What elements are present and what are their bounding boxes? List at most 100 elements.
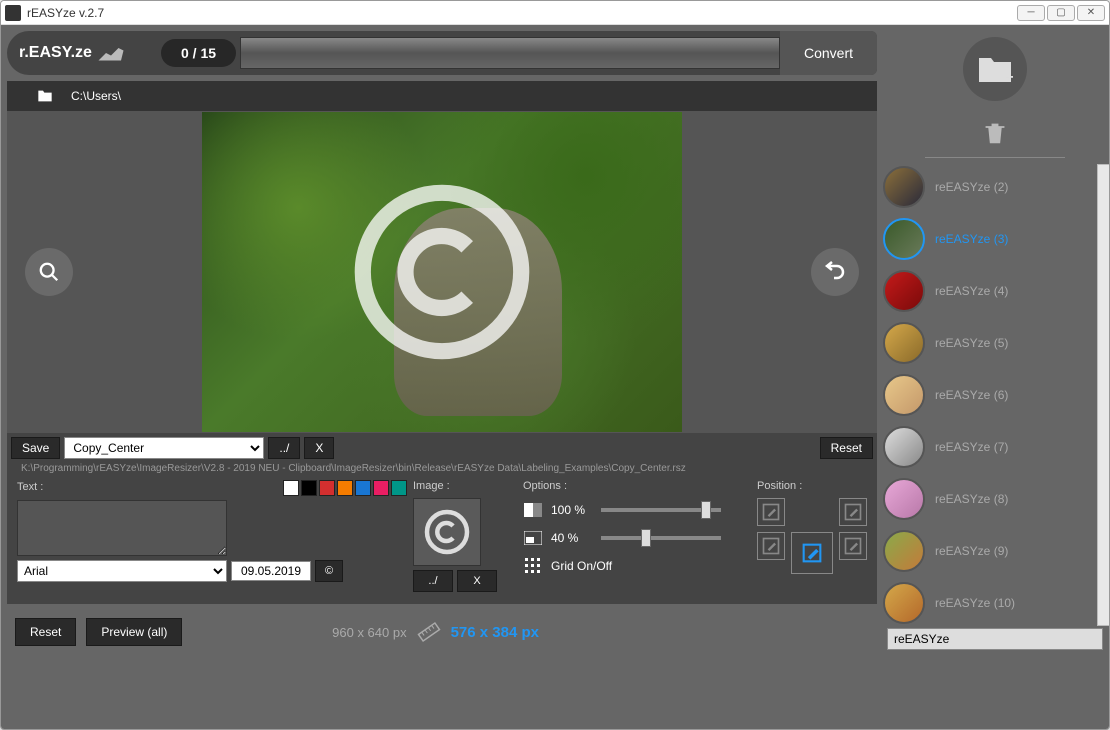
color-swatch[interactable] <box>373 480 389 496</box>
thumbnail-item[interactable]: reEASYze (8) <box>877 476 1093 522</box>
thumbnail-list: reEASYze (2) reEASYze (3) reEASYze (4) reEA… <box>877 164 1097 626</box>
clear-preset-button[interactable]: X <box>304 437 334 459</box>
position-image-button[interactable] <box>839 498 867 526</box>
scrollbar[interactable] <box>1097 164 1110 626</box>
close-button[interactable]: ✕ <box>1077 5 1105 21</box>
position-image-button-2[interactable] <box>839 532 867 560</box>
position-text-button-2[interactable] <box>757 532 785 560</box>
date-field[interactable] <box>231 561 311 581</box>
thumbnail-item[interactable]: reEASYze (10) <box>877 580 1093 626</box>
save-preset-button[interactable]: Save <box>11 437 60 459</box>
add-images-button[interactable]: + <box>963 37 1027 101</box>
color-swatch[interactable] <box>355 480 371 496</box>
app-logo: r.EASY.ze <box>7 38 157 68</box>
watermark-panel: Save Copy_Center ../ X Reset K:\Programm… <box>7 433 877 604</box>
thumbnail-label: reEASYze (5) <box>935 336 1008 350</box>
position-center-button[interactable] <box>791 532 833 574</box>
thumbnail-image <box>883 322 925 364</box>
edit-icon <box>761 536 781 556</box>
opacity-icon <box>523 502 543 518</box>
folder-plus-icon: + <box>977 54 1013 84</box>
opacity2-value: 40 % <box>551 531 593 545</box>
edit-accent-icon <box>802 543 822 563</box>
watermark-text-input[interactable] <box>17 500 227 556</box>
zoom-button[interactable] <box>25 248 73 296</box>
preview-image[interactable] <box>202 112 682 432</box>
edit-icon <box>843 536 863 556</box>
copyright-watermark-icon <box>352 182 532 362</box>
text-label: Text : <box>17 481 43 493</box>
thumbnail-item[interactable]: reEASYze (7) <box>877 424 1093 470</box>
progress-bar <box>240 37 780 69</box>
thumbnail-label: reEASYze (10) <box>935 596 1015 610</box>
position-label: Position : <box>757 480 867 492</box>
original-dimensions: 960 x 640 px <box>332 625 406 640</box>
ruler-icon <box>412 615 445 648</box>
preview-all-button[interactable]: Preview (all) <box>86 618 182 646</box>
copyright-icon <box>422 507 472 557</box>
thumbnail-label: reEASYze (2) <box>935 180 1008 194</box>
thumbnail-item[interactable]: reEASYze (5) <box>877 320 1093 366</box>
grid-icon <box>523 558 543 574</box>
color-swatch[interactable] <box>283 480 299 496</box>
color-swatch[interactable] <box>337 480 353 496</box>
svg-text:+: + <box>1005 69 1013 84</box>
thumbnail-image <box>883 374 925 416</box>
convert-button[interactable]: Convert <box>780 31 877 75</box>
reset-watermark-button[interactable]: Reset <box>820 437 873 459</box>
position-text-button[interactable] <box>757 498 785 526</box>
insert-copyright-button[interactable]: © <box>315 560 343 582</box>
thumbnail-image <box>883 530 925 572</box>
opacity1-slider[interactable] <box>601 508 721 512</box>
thumbnail-label: reEASYze (3) <box>935 232 1008 246</box>
thumbnail-label: reEASYze (9) <box>935 544 1008 558</box>
filename-input[interactable] <box>887 628 1103 650</box>
image-preview-area <box>7 111 877 433</box>
watermark-image-thumb[interactable] <box>413 498 481 566</box>
edit-icon <box>761 502 781 522</box>
thumbnail-image <box>883 582 925 624</box>
window-title: rEASYze v.2.7 <box>27 6 1017 20</box>
preset-select[interactable]: Copy_Center <box>64 437 264 459</box>
color-swatch[interactable] <box>319 480 335 496</box>
undo-button[interactable] <box>811 248 859 296</box>
header-bar: r.EASY.ze 0 / 15 Convert <box>7 31 877 75</box>
thumbnail-item[interactable]: reEASYze (2) <box>877 164 1093 210</box>
thumbnail-label: reEASYze (4) <box>935 284 1008 298</box>
grid-toggle-label[interactable]: Grid On/Off <box>551 559 612 573</box>
browse-image-button[interactable]: ../ <box>413 570 453 592</box>
thumbnail-item[interactable]: reEASYze (3) <box>877 216 1093 262</box>
logo-hand-icon <box>96 38 126 68</box>
right-sidebar: + reEASYze (2) reEASYze (3) reEASYze (4) re… <box>885 31 1105 652</box>
minimize-button[interactable]: ─ <box>1017 5 1045 21</box>
browse-preset-button[interactable]: ../ <box>268 437 300 459</box>
thumbnail-item[interactable]: reEASYze (9) <box>877 528 1093 574</box>
maximize-button[interactable]: ▢ <box>1047 5 1075 21</box>
thumbnail-label: reEASYze (8) <box>935 492 1008 506</box>
opacity1-value: 100 % <box>551 503 593 517</box>
undo-icon <box>823 260 847 284</box>
thumbnail-item[interactable]: reEASYze (4) <box>877 268 1093 314</box>
app-window: rEASYze v.2.7 ─ ▢ ✕ r.EASY.ze 0 / 15 Con… <box>0 0 1110 730</box>
thumbnail-image <box>883 270 925 312</box>
footer-bar: Reset Preview (all) 960 x 640 px 576 x 3… <box>7 604 877 652</box>
color-swatch[interactable] <box>391 480 407 496</box>
color-swatch[interactable] <box>301 480 317 496</box>
thumbnail-image <box>883 426 925 468</box>
reset-all-button[interactable]: Reset <box>15 618 76 646</box>
edit-icon <box>843 502 863 522</box>
app-icon <box>5 5 21 21</box>
output-path-text: C:\Users\ <box>71 89 121 103</box>
font-select[interactable]: Arial <box>17 560 227 582</box>
thumbnail-label: reEASYze (6) <box>935 388 1008 402</box>
trash-icon[interactable] <box>984 121 1006 145</box>
titlebar: rEASYze v.2.7 ─ ▢ ✕ <box>1 1 1109 25</box>
thumbnail-item[interactable]: reEASYze (6) <box>877 372 1093 418</box>
output-path-row[interactable]: C:\Users\ <box>7 81 877 111</box>
color-swatches <box>283 480 407 496</box>
clear-image-button[interactable]: X <box>457 570 497 592</box>
opacity2-slider[interactable] <box>601 536 721 540</box>
thumbnail-label: reEASYze (7) <box>935 440 1008 454</box>
progress-counter: 0 / 15 <box>161 39 236 67</box>
thumbnail-image <box>883 478 925 520</box>
